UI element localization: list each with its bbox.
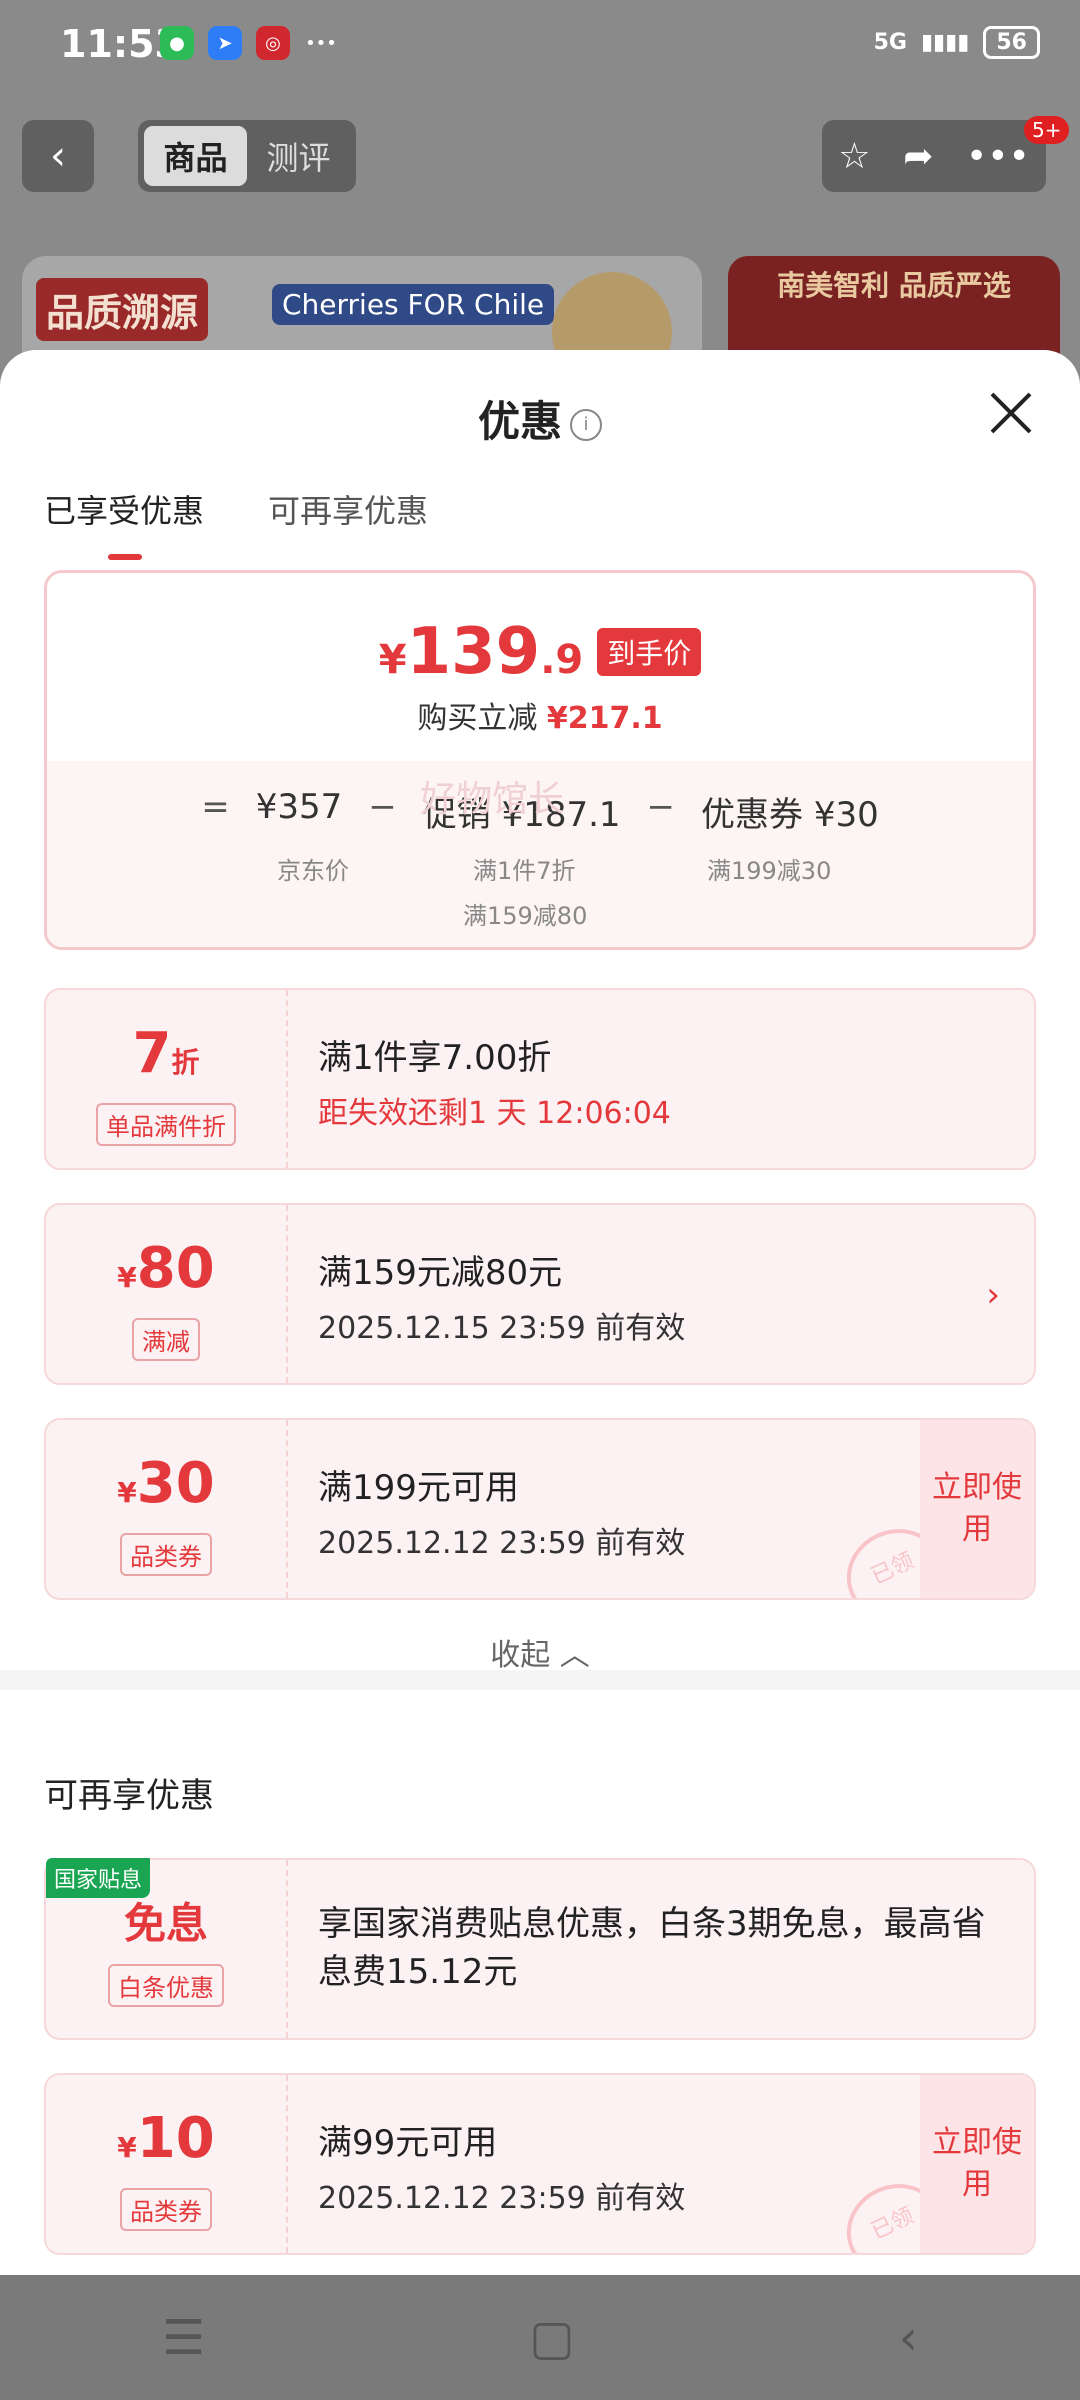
promo-label-1: 满1件7折 — [473, 857, 576, 885]
sheet-title: 优惠 i — [0, 388, 1080, 449]
discount-amount: ¥80 — [46, 1239, 286, 1308]
section-divider — [0, 1670, 1080, 1690]
reduction-value: ¥217.1 — [546, 701, 663, 736]
discount-type-label: 满减 — [132, 1318, 200, 1361]
coupon-expiry: 2025.12.12 23:59 前有效 — [318, 2181, 686, 2216]
share-icon[interactable]: ➦ — [903, 136, 933, 177]
app-icon: ◎ — [256, 26, 290, 60]
coupon-amount: ¥10 — [46, 2109, 286, 2178]
coupon-value: 10 — [136, 2106, 215, 2171]
currency-symbol: ¥ — [117, 2131, 137, 2164]
card-left: 7折 单品满件折 — [46, 990, 288, 1168]
discount-description: 满159元减80元 — [318, 1253, 563, 1293]
coupon-amount: ¥30 — [46, 1454, 286, 1523]
section-more-discounts-title: 可再享优惠 — [44, 1776, 214, 1816]
discount-unit: 折 — [171, 1046, 200, 1079]
coupon-label: 满199减30 — [707, 857, 832, 885]
baitiao-label: 白条优惠 — [108, 1964, 224, 2007]
close-icon[interactable] — [986, 388, 1036, 438]
price-currency: ¥ — [378, 637, 407, 683]
price-summary: ¥139.9 到手价 购买立减 ¥217.1 = ¥357 − 促销 ¥187.1… — [44, 570, 1036, 950]
interest-free-label: 免息 — [123, 1899, 208, 1948]
discount-value: 80 — [136, 1236, 215, 1301]
equals-sign: = — [201, 787, 230, 827]
price-integer: 139 — [406, 615, 541, 689]
top-actions: ☆ ➦ ••• — [822, 120, 1046, 192]
discount-amount: 7折 — [46, 1024, 286, 1093]
coupon-value: 30 — [136, 1451, 215, 1516]
jd-price: ¥357 — [255, 787, 343, 827]
discount-tabs: 已享受优惠 可再享优惠 — [44, 486, 428, 560]
coupon-card: ¥30 品类券 满199元可用 2025.12.12 23:59 前有效 已领 … — [44, 1418, 1036, 1600]
discount-card-percent: 7折 单品满件折 满1件享7.00折 距失效还剩1 天 12:06:04 — [44, 988, 1036, 1170]
coupon-type-label: 品类券 — [120, 1533, 212, 1576]
navigation-icon: ➤ — [208, 26, 242, 60]
installment-card: 国家贴息 免息 白条优惠 享国家消费贴息优惠，白条3期免息，最高省息费15.12… — [44, 1858, 1036, 2040]
coupon-expiry: 2025.12.12 23:59 前有效 — [318, 1526, 686, 1561]
message-badge: 5+ — [1024, 116, 1070, 144]
sheet-title-text: 优惠 — [477, 397, 562, 446]
battery-icon: 56 — [983, 26, 1040, 59]
discount-card-reduction[interactable]: ¥80 满减 满159元减80元 2025.12.15 23:59 前有效 › — [44, 1203, 1036, 1385]
installment-description: 享国家消费贴息优惠，白条3期免息，最高省息费15.12元 — [318, 1904, 986, 1992]
watermark: 好物馆长 — [420, 779, 565, 820]
status-bar: 11:53 ● ➤ ◎ ••• 5G ▮▮▮▮ 56 — [0, 0, 1080, 90]
tab-enjoyed-discounts[interactable]: 已享受优惠 — [44, 486, 204, 560]
status-app-icons: ● ➤ ◎ ••• — [160, 26, 338, 60]
reduction-label: 购买立减 — [417, 701, 538, 736]
minus-sign: − — [368, 787, 397, 827]
back-icon[interactable]: ‹ — [899, 2310, 918, 2366]
home-icon[interactable]: ▢ — [529, 2310, 574, 2366]
discount-type-label: 单品满件折 — [96, 1103, 236, 1146]
final-price-block: ¥139.9 到手价 购买立减 ¥217.1 — [47, 573, 1033, 761]
tab-product[interactable]: 商品 — [144, 126, 247, 186]
currency-symbol: ¥ — [117, 1476, 137, 1509]
more-notifications-icon: ••• — [305, 32, 337, 54]
chevron-right-icon[interactable]: › — [986, 1275, 1000, 1315]
card-left: ¥10 品类券 — [46, 2075, 288, 2253]
final-price: ¥139.9 到手价 — [47, 615, 1033, 689]
back-button[interactable]: ‹ — [22, 120, 94, 192]
signal-icon: ▮▮▮▮ — [920, 30, 970, 55]
banner-title: 品质溯源 — [36, 278, 209, 341]
collapse-label: 收起 — [490, 1638, 551, 1673]
banner-brand: Cherries FOR Chile — [272, 284, 555, 325]
expiry-countdown: 距失效还剩1 天 12:06:04 — [318, 1096, 671, 1131]
coupon-amount: 优惠券 ¥30 — [701, 795, 879, 835]
more-icon[interactable]: ••• — [966, 136, 1030, 177]
info-icon[interactable]: i — [570, 408, 602, 441]
final-price-tag: 到手价 — [597, 628, 702, 676]
discount-value: 7 — [132, 1021, 172, 1086]
collapse-button[interactable]: 收起 ︿ — [0, 1630, 1080, 1674]
discount-sheet: 优惠 i 已享受优惠 可再享优惠 ¥139.9 到手价 购买立减 ¥217.1 = … — [0, 350, 1080, 2275]
wechat-icon: ● — [160, 26, 194, 60]
currency-symbol: ¥ — [117, 1261, 137, 1294]
expiry-date: 2025.12.15 23:59 前有效 — [318, 1311, 686, 1346]
menu-icon[interactable]: ☰ — [162, 2310, 205, 2366]
product-top-nav: ‹ 商品 测评 ☆ ➦ ••• 5+ — [0, 116, 1080, 198]
coupon-type-label: 品类券 — [120, 2188, 212, 2231]
system-nav-bar: ☰ ▢ ‹ — [0, 2275, 1080, 2400]
card-left: ¥80 满减 — [46, 1205, 288, 1383]
tab-review[interactable]: 测评 — [247, 126, 350, 186]
instant-reduction: 购买立减 ¥217.1 — [47, 693, 1033, 737]
promo-label-2: 满159减80 — [463, 902, 588, 930]
card-left: ¥30 品类券 — [46, 1420, 288, 1598]
coupon-card-2: ¥10 品类券 满99元可用 2025.12.12 23:59 前有效 已领 立… — [44, 2073, 1036, 2255]
star-icon[interactable]: ☆ — [838, 136, 870, 177]
coupon-condition: 满99元可用 — [318, 2123, 498, 2163]
status-right: 5G ▮▮▮▮ 56 — [874, 26, 1040, 59]
coupon-condition: 满199元可用 — [318, 1468, 519, 1508]
tab-more-discounts[interactable]: 可再享优惠 — [268, 486, 428, 532]
jd-price-label: 京东价 — [277, 857, 349, 885]
chevron-up-icon: ︿ — [559, 1638, 590, 1673]
discount-description: 满1件享7.00折 — [318, 1038, 552, 1078]
minus-sign: − — [646, 787, 676, 827]
product-segment: 商品 测评 — [138, 120, 356, 192]
network-label: 5G — [873, 30, 907, 55]
card-left: 免息 白条优惠 — [46, 1860, 288, 2038]
use-now-button[interactable]: 立即使用 — [920, 2075, 1034, 2253]
use-now-button[interactable]: 立即使用 — [920, 1420, 1034, 1598]
price-decimal: .9 — [540, 637, 584, 683]
